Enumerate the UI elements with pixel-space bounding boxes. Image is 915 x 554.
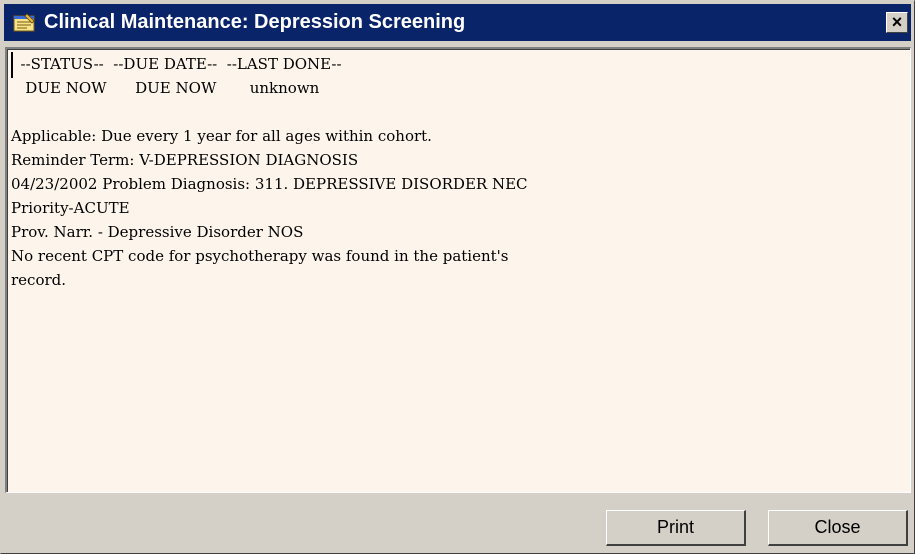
button-bar: Print Close	[1, 493, 914, 553]
status-values-line: DUE NOW DUE NOW unknown	[11, 79, 320, 97]
cpt-note-line: No recent CPT code for psychotherapy was…	[11, 247, 509, 265]
reminder-details-text[interactable]: --STATUS-- --DUE DATE-- --LAST DONE-- DU…	[5, 47, 911, 493]
cpt-note-line-continued: record.	[11, 271, 67, 289]
memo-content: --STATUS-- --DUE DATE-- --LAST DONE-- DU…	[11, 52, 528, 292]
clinical-maintenance-dialog: Clinical Maintenance: Depression Screeni…	[0, 0, 915, 554]
close-icon[interactable]: ×	[886, 12, 908, 33]
provider-narrative-line: Prov. Narr. - Depressive Disorder NOS	[11, 223, 304, 241]
window-title: Clinical Maintenance: Depression Screeni…	[44, 11, 466, 33]
print-button[interactable]: Print	[606, 510, 746, 546]
title-bar[interactable]: Clinical Maintenance: Depression Screeni…	[4, 4, 911, 41]
status-header-line: --STATUS-- --DUE DATE-- --LAST DONE--	[11, 55, 342, 73]
priority-line: Priority-ACUTE	[11, 199, 130, 217]
reminder-term-line: Reminder Term: V-DEPRESSION DIAGNOSIS	[11, 151, 359, 169]
close-button[interactable]: Close	[768, 510, 908, 546]
notepad-icon	[13, 13, 35, 32]
applicable-line: Applicable: Due every 1 year for all age…	[11, 127, 432, 145]
problem-diagnosis-line: 04/23/2002 Problem Diagnosis: 311. DEPRE…	[11, 175, 528, 193]
